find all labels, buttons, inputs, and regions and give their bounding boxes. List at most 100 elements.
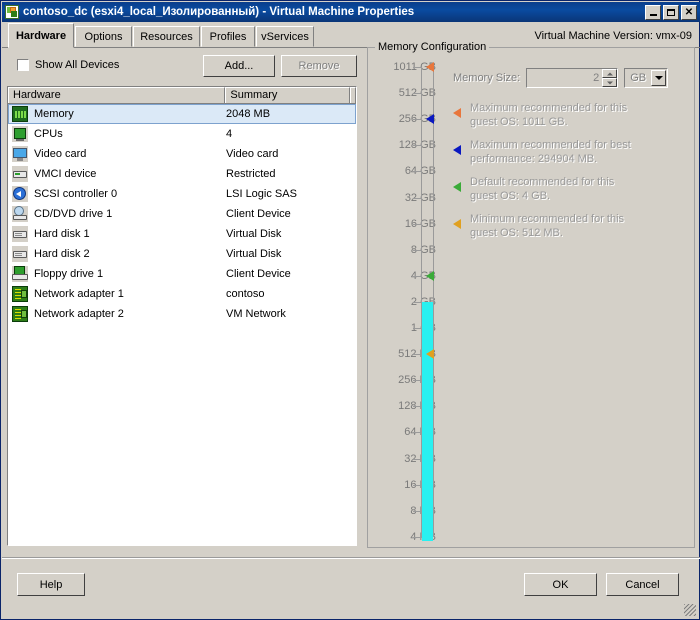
resize-grip[interactable] (684, 604, 696, 616)
scale-tick-mark (413, 458, 422, 460)
table-row[interactable]: Memory 2048 MB (8, 104, 356, 124)
spin-up-icon[interactable] (602, 69, 618, 78)
legend-item: Maximum recommended for this guest OS: 10… (453, 101, 683, 129)
table-row[interactable]: CPUs 4 (8, 124, 356, 144)
device-summary: Video card (226, 148, 279, 160)
scale-tick-mark (413, 119, 422, 121)
hardware-rows: Memory 2048 MB CPUs 4 Video card Video card VM… (8, 104, 356, 324)
column-header-summary[interactable]: Summary (225, 87, 350, 103)
legend-marker-icon (453, 219, 462, 229)
table-row[interactable]: Video card Video card (8, 144, 356, 164)
chevron-down-icon[interactable] (651, 70, 667, 86)
add-button[interactable]: Add... (203, 55, 275, 77)
scale-tick-mark (413, 67, 422, 68)
window-title: contoso_dc (esxi4_local_Изолированный) -… (23, 6, 415, 18)
legend-text: Default recommended for this guest OS: 4 … (470, 176, 615, 202)
window-controls: ✕ (645, 4, 697, 20)
device-name: Network adapter 2 (34, 308, 124, 320)
scale-tick-mark (413, 536, 422, 538)
tab-options[interactable]: Options (75, 26, 132, 47)
memory-size-spin-buttons[interactable] (602, 69, 618, 87)
close-button[interactable]: ✕ (681, 4, 697, 20)
device-summary: Restricted (226, 168, 276, 180)
device-name: CPUs (34, 128, 63, 140)
table-row[interactable]: Network adapter 2 VM Network (8, 304, 356, 324)
scale-tick-mark (413, 406, 422, 408)
memory-slider-fill[interactable] (422, 301, 433, 541)
maximum-recommended-performance-marker (426, 114, 434, 125)
scale-tick-mark (413, 93, 422, 95)
table-row[interactable]: CD/DVD drive 1 Client Device (8, 204, 356, 224)
title-bar: contoso_dc (esxi4_local_Изолированный) -… (2, 2, 700, 22)
legend-item: Maximum recommended for best performance:… (453, 138, 683, 166)
column-header-filler (350, 87, 356, 103)
memory-unit-select[interactable]: GB (624, 68, 669, 88)
legend-marker-icon (453, 182, 462, 192)
help-button[interactable]: Help (17, 573, 85, 596)
hard-disk-icon (12, 226, 28, 242)
ok-button[interactable]: OK (524, 573, 597, 596)
vm-properties-window: contoso_dc (esxi4_local_Изолированный) -… (0, 0, 700, 620)
minimum-recommended-marker (426, 349, 434, 360)
scsi-controller-icon (12, 186, 28, 202)
tab-profiles[interactable]: Profiles (201, 26, 255, 47)
device-summary: Client Device (226, 268, 291, 280)
show-all-devices-label: Show All Devices (35, 59, 120, 71)
table-row[interactable]: Floppy drive 1 Client Device (8, 264, 356, 284)
device-summary: Virtual Disk (226, 228, 282, 240)
default-recommended-marker (426, 270, 434, 281)
device-name: Floppy drive 1 (34, 268, 104, 280)
show-all-devices-row[interactable]: Show All Devices (17, 59, 119, 71)
maximize-button[interactable] (663, 4, 679, 20)
video-card-icon (12, 146, 28, 162)
device-summary: 4 (226, 128, 233, 140)
device-summary: Client Device (226, 208, 291, 220)
cancel-button[interactable]: Cancel (606, 573, 679, 596)
device-name: Hard disk 2 (34, 248, 90, 260)
device-name: VMCI device (34, 168, 97, 180)
memory-size-label: Memory Size: (453, 72, 521, 84)
scale-tick-mark (413, 301, 422, 303)
legend-text: Maximum recommended for best performance:… (470, 139, 631, 165)
hardware-list[interactable]: Hardware Summary Memory 2048 MB CPUs 4 Video… (7, 86, 357, 546)
minimize-button[interactable] (645, 4, 661, 20)
device-name: CD/DVD drive 1 (34, 208, 113, 220)
legend-item: Minimum recommended for this guest OS: 51… (453, 212, 683, 240)
hard-disk-icon (12, 246, 28, 262)
floppy-drive-icon (12, 266, 28, 282)
show-all-devices-checkbox[interactable] (17, 59, 29, 71)
scale-tick-mark (413, 328, 422, 329)
tab-hardware[interactable]: Hardware (8, 23, 74, 48)
memory-size-input[interactable] (527, 69, 603, 87)
table-row[interactable]: SCSI controller 0 LSI Logic SAS (8, 184, 356, 204)
hardware-list-header: Hardware Summary (8, 87, 356, 104)
table-row[interactable]: Hard disk 1 Virtual Disk (8, 224, 356, 244)
scale-tick-mark (413, 432, 422, 434)
device-summary: contoso (226, 288, 265, 300)
memory-icon (12, 106, 28, 122)
device-name: Memory (34, 108, 74, 120)
scale-tick-mark (413, 484, 422, 486)
scale-tick-mark (413, 145, 422, 147)
tab-strip: Hardware Options Resources Profiles vSer… (2, 23, 700, 48)
table-row[interactable]: Network adapter 1 contoso (8, 284, 356, 304)
column-header-hardware[interactable]: Hardware (8, 87, 226, 103)
scale-tick-mark (413, 249, 422, 251)
table-row[interactable]: Hard disk 2 Virtual Disk (8, 244, 356, 264)
device-name: Network adapter 1 (34, 288, 124, 300)
memory-size-stepper[interactable] (526, 68, 619, 88)
device-summary: VM Network (226, 308, 286, 320)
scale-tick-mark (413, 380, 422, 382)
spin-down-icon[interactable] (602, 78, 618, 87)
network-adapter-icon (12, 286, 28, 302)
legend-marker-icon (453, 145, 462, 155)
legend-item: Default recommended for this guest OS: 4 … (453, 175, 683, 203)
tab-resources[interactable]: Resources (133, 26, 200, 47)
tab-vservices[interactable]: vServices (256, 26, 314, 47)
maximum-recommended-guest-os-marker (426, 62, 434, 72)
table-row[interactable]: VMCI device Restricted (8, 164, 356, 184)
device-name: Video card (34, 148, 87, 160)
memory-unit-value: GB (630, 72, 647, 84)
hardware-pane: Show All Devices Add... Remove Hardware … (7, 53, 359, 548)
remove-button: Remove (281, 55, 357, 77)
